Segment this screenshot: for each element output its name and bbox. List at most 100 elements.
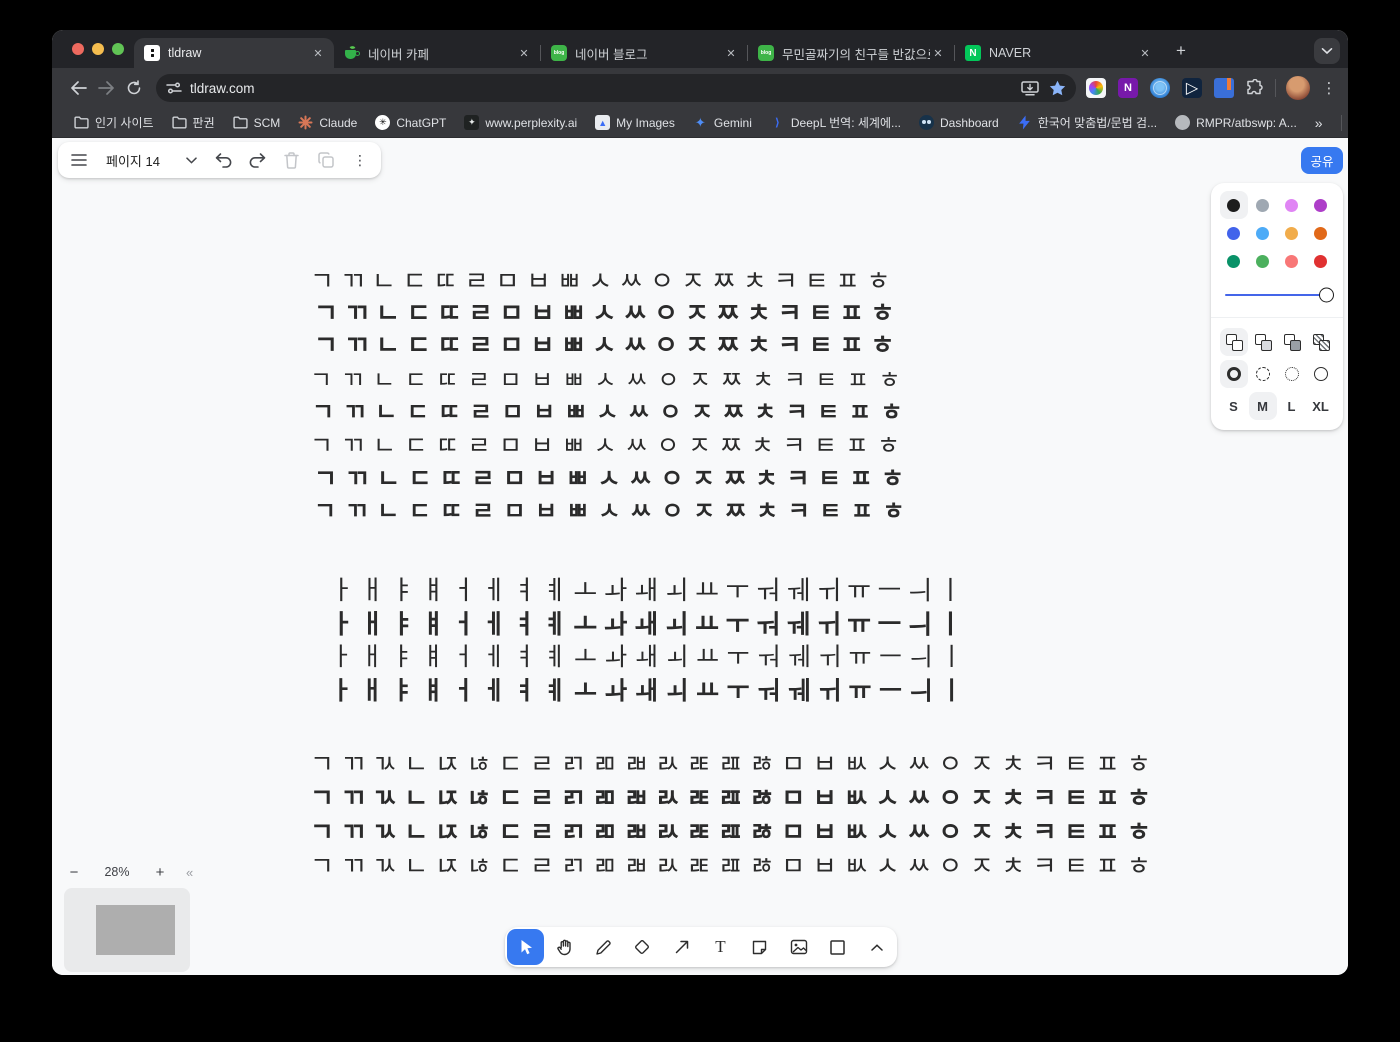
canvas-text-consonants-8[interactable]: ㄱㄲㄴㄷㄸㄹㅁㅂㅃㅅㅆㅇㅈㅉㅊㅋㅌㅍㅎ (314, 499, 914, 523)
dash-dotted-button[interactable] (1278, 360, 1306, 388)
canvas-text-consonants-3[interactable]: ㄱㄲㄴㄷㄸㄹㅁㅂㅃㅅㅆㅇㅈㅉㅊㅋㅌㅍㅎ (314, 333, 901, 359)
size-l-button[interactable]: L (1278, 392, 1306, 420)
color-orange[interactable] (1307, 219, 1335, 247)
size-m-button[interactable]: M (1249, 392, 1277, 420)
forward-button[interactable] (92, 74, 120, 102)
canvas-text-finals-4[interactable]: ㄱㄲㄳㄴㄵㄶㄷㄹㄺㄻㄼㄽㄾㄿㅀㅁㅂㅄㅅㅆㅇㅈㅊㅋㅌㅍㅎ (310, 854, 1158, 880)
dash-solid-button[interactable] (1307, 360, 1335, 388)
color-yellow[interactable] (1278, 219, 1306, 247)
dictionary-extension-icon[interactable] (1214, 78, 1234, 98)
tab-naver-blog[interactable]: blog 네이버 블로그 ✕ (541, 38, 747, 68)
hand-tool-button[interactable] (546, 929, 583, 965)
globe-extension-icon[interactable] (1150, 78, 1170, 98)
tab-naver-cafe[interactable]: 네이버 카페 ✕ (334, 38, 540, 68)
close-tab-icon[interactable]: ✕ (310, 45, 326, 61)
bookmark-chatgpt[interactable]: ✳ ChatGPT (367, 112, 454, 133)
opacity-slider-knob[interactable] (1319, 288, 1334, 303)
minimap-viewport[interactable] (96, 905, 175, 955)
canvas-text-consonants-6[interactable]: ㄱㄲㄴㄷㄸㄹㅁㅂㅃㅅㅆㅇㅈㅉㅊㅋㅌㅍㅎ (310, 433, 909, 458)
onenote-extension-icon[interactable]: N (1118, 78, 1138, 98)
send-to-device-icon[interactable] (1021, 81, 1039, 96)
note-tool-button[interactable] (741, 929, 778, 965)
address-bar[interactable]: tldraw.com (156, 74, 1076, 102)
canvas-text-vowels-2[interactable]: ㅏㅐㅑㅒㅓㅔㅕㅖㅗㅘㅙㅚㅛㅜㅝㅞㅟㅠㅡㅢㅣ (330, 612, 969, 638)
more-tools-button[interactable] (858, 929, 895, 965)
minimap[interactable] (64, 888, 190, 972)
tab-search-button[interactable] (1314, 38, 1340, 64)
close-tab-icon[interactable]: ✕ (516, 45, 532, 61)
opacity-slider[interactable] (1211, 281, 1343, 309)
minimap-collapse-button[interactable]: « (186, 865, 193, 880)
close-tab-icon[interactable]: ✕ (723, 45, 739, 61)
zoom-level[interactable]: 28% (88, 865, 146, 879)
canvas-text-consonants-1[interactable]: ㄱㄲㄴㄷㄸㄹㅁㅂㅃㅅㅆㅇㅈㅉㅊㅋㅌㅍㅎ (310, 269, 897, 295)
canvas-text-consonants-4[interactable]: ㄱㄲㄴㄷㄸㄹㅁㅂㅃㅅㅆㅇㅈㅉㅊㅋㅌㅍㅎ (310, 368, 910, 392)
dash-draw-button[interactable] (1220, 360, 1248, 388)
main-menu-button[interactable] (62, 144, 96, 176)
close-tab-icon[interactable]: ✕ (930, 45, 946, 61)
zoom-out-button[interactable]: − (60, 860, 88, 884)
tab-moomin-post[interactable]: blog 무민골짜기의 친구들 반값으로 정리 ✕ (748, 38, 954, 68)
size-s-button[interactable]: S (1220, 392, 1248, 420)
color-grey[interactable] (1249, 191, 1277, 219)
bookmark-claude[interactable]: Claude (290, 112, 365, 133)
zoom-in-button[interactable]: + (146, 860, 174, 884)
arrow-tool-button[interactable] (663, 929, 700, 965)
tldraw-canvas[interactable]: 페이지 14 ⋮ 공유 (52, 138, 1348, 975)
delete-button[interactable] (275, 144, 309, 176)
size-xl-button[interactable]: XL (1307, 392, 1335, 420)
bookmark-my-images[interactable]: ▲ My Images (587, 112, 683, 133)
bookmark-perplexity[interactable]: ✦ www.perplexity.ai (456, 112, 585, 133)
undo-button[interactable] (207, 144, 241, 176)
select-tool-button[interactable] (507, 929, 544, 965)
fill-solid-button[interactable] (1278, 328, 1306, 356)
share-button[interactable]: 공유 (1301, 147, 1343, 174)
color-light-red[interactable] (1278, 247, 1306, 275)
reload-button[interactable] (120, 74, 148, 102)
bookmark-dashboard[interactable]: Dashboard (911, 112, 1007, 133)
canvas-text-vowels-3[interactable]: ㅏㅐㅑㅒㅓㅔㅕㅖㅗㅘㅙㅚㅛㅜㅝㅞㅟㅠㅡㅢㅣ (330, 644, 971, 669)
color-red[interactable] (1307, 247, 1335, 275)
color-violet[interactable] (1307, 191, 1335, 219)
bookmarks-overflow-button[interactable]: » (1307, 115, 1331, 131)
canvas-text-consonants-2[interactable]: ㄱㄲㄴㄷㄸㄹㅁㅂㅃㅅㅆㅇㅈㅉㅊㅋㅌㅍㅎ (314, 301, 901, 327)
canvas-text-finals-3[interactable]: ㄱㄲㄳㄴㄵㄶㄷㄹㄺㄻㄼㄽㄾㄿㅀㅁㅂㅄㅅㅆㅇㅈㅊㅋㅌㅍㅎ (310, 820, 1158, 846)
redo-button[interactable] (241, 144, 275, 176)
canvas-text-finals-1[interactable]: ㄱㄲㄳㄴㄵㄶㄷㄹㄺㄻㄼㄽㄾㄿㅀㅁㅂㅄㅅㅆㅇㅈㅊㅋㅌㅍㅎ (310, 752, 1158, 778)
page-menu-button[interactable]: 페이지 14 (96, 144, 207, 176)
fullscreen-window-button[interactable] (112, 43, 124, 55)
draw-tool-button[interactable] (585, 929, 622, 965)
profile-avatar[interactable] (1286, 76, 1310, 100)
close-tab-icon[interactable]: ✕ (1137, 45, 1153, 61)
canvas-text-consonants-7[interactable]: ㄱㄲㄴㄷㄸㄹㅁㅂㅃㅅㅆㅇㅈㅉㅊㅋㅌㅍㅎ (314, 466, 913, 491)
tab-naver[interactable]: N NAVER ✕ (955, 38, 1161, 68)
canvas-text-vowels-1[interactable]: ㅏㅐㅑㅒㅓㅔㅕㅖㅗㅘㅙㅚㅛㅜㅝㅞㅟㅠㅡㅢㅣ (330, 578, 969, 604)
color-green[interactable] (1220, 247, 1248, 275)
bookmark-gemini[interactable]: ✦ Gemini (685, 112, 760, 133)
bookmark-korean-grammar[interactable]: 한국어 맞춤법/문법 검... (1009, 111, 1165, 134)
back-button[interactable] (64, 74, 92, 102)
bookmark-folder-scm[interactable]: SCM (225, 112, 289, 133)
bookmark-folder-popular[interactable]: 인기 사이트 (66, 111, 162, 134)
fill-none-button[interactable] (1220, 328, 1248, 356)
color-blue[interactable] (1220, 219, 1248, 247)
eraser-tool-button[interactable] (624, 929, 661, 965)
color-black[interactable] (1220, 191, 1248, 219)
bookmark-folder-pankwon[interactable]: 판권 (164, 111, 223, 134)
browser-menu-button[interactable]: ⋮ (1320, 79, 1338, 97)
tab-tldraw[interactable]: tldraw ✕ (134, 38, 334, 68)
bookmark-deepl[interactable]: ⟩ DeepL 번역: 세계에... (762, 111, 909, 134)
minimize-window-button[interactable] (92, 43, 104, 55)
top-toolbar-menu-button[interactable]: ⋮ (343, 144, 377, 176)
color-light-blue[interactable] (1249, 219, 1277, 247)
extensions-puzzle-icon[interactable] (1246, 79, 1265, 98)
close-window-button[interactable] (72, 43, 84, 55)
fill-pattern-button[interactable] (1307, 328, 1335, 356)
text-tool-button[interactable]: T (702, 929, 739, 965)
canvas-text-finals-2[interactable]: ㄱㄲㄳㄴㄵㄶㄷㄹㄺㄻㄼㄽㄾㄿㅀㅁㅂㅄㅅㅆㅇㅈㅊㅋㅌㅍㅎ (310, 786, 1158, 812)
duplicate-button[interactable] (309, 144, 343, 176)
asset-tool-button[interactable] (780, 929, 817, 965)
new-tab-button[interactable]: + (1167, 37, 1195, 65)
color-light-violet[interactable] (1278, 191, 1306, 219)
bookmark-github-rmpr[interactable]: RMPR/atbswp: A... (1167, 112, 1305, 133)
